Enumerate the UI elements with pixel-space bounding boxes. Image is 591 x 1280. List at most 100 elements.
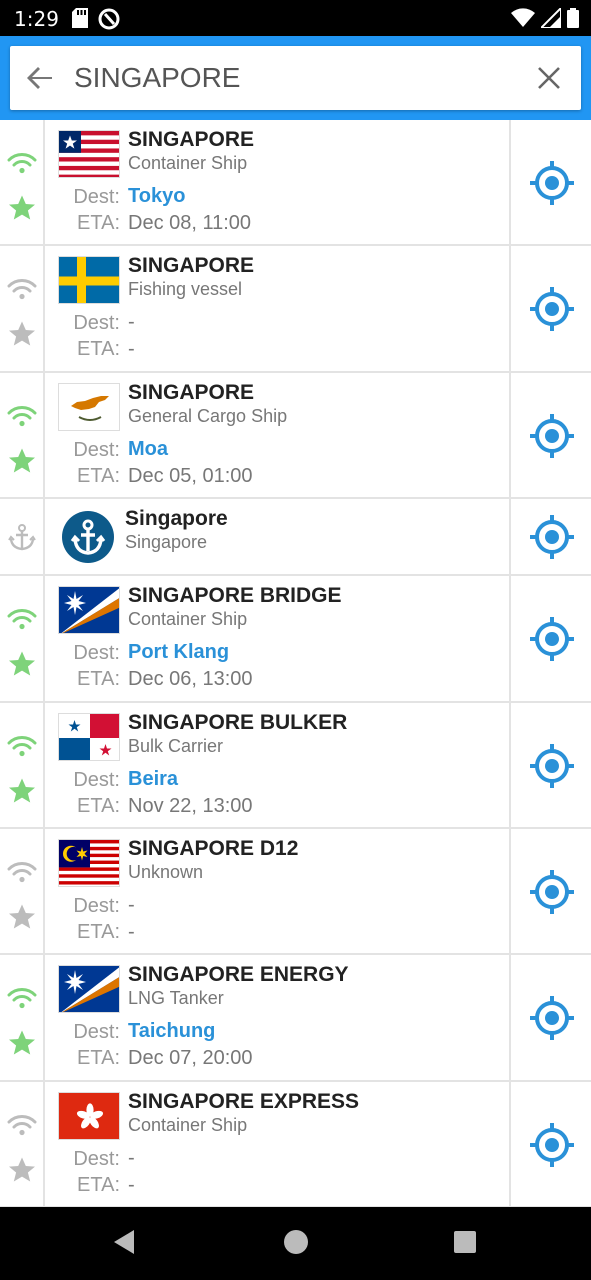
locate-column xyxy=(509,499,591,575)
favorite-star-icon[interactable] xyxy=(8,1029,36,1057)
search-header xyxy=(0,36,591,120)
signal-icon xyxy=(7,278,37,300)
country-flag-icon xyxy=(58,256,120,305)
locate-column xyxy=(509,828,591,954)
eta-label: ETA: xyxy=(77,212,120,234)
vessel-type: Fishing vessel xyxy=(128,279,243,300)
eta-label: ETA: xyxy=(77,794,120,817)
port-country: Singapore xyxy=(125,532,208,553)
vessel-type: Container Ship xyxy=(128,1114,248,1135)
destination-value[interactable]: Taichung xyxy=(128,1020,215,1043)
country-flag-icon xyxy=(58,382,120,431)
favorite-star-icon[interactable] xyxy=(8,777,36,805)
anchor-icon xyxy=(8,523,36,551)
signal-icon xyxy=(7,608,37,630)
locate-on-map-icon[interactable] xyxy=(529,743,575,789)
locate-on-map-icon[interactable] xyxy=(529,616,575,662)
destination-value: - xyxy=(128,311,135,334)
port-anchor-icon xyxy=(70,519,106,555)
nav-back-icon[interactable] xyxy=(112,1229,136,1255)
dest-label: Dest: xyxy=(73,1021,120,1044)
destination-value[interactable]: Port Klang xyxy=(128,641,229,664)
eta-value: - xyxy=(128,920,135,943)
locate-on-map-icon[interactable] xyxy=(529,1122,575,1168)
favorite-star-icon[interactable] xyxy=(8,650,36,678)
search-input[interactable] xyxy=(74,56,514,100)
vessel-name: SINGAPORE D12 xyxy=(128,836,299,860)
port-result-row[interactable]: Singapore Singapore xyxy=(0,499,591,577)
vessel-result-row[interactable]: SINGAPORE EXPRESS Container Ship Dest: - ETA… xyxy=(0,1081,591,1209)
vessel-name: SINGAPORE EXPRESS xyxy=(128,1089,360,1113)
country-flag-icon xyxy=(58,712,120,761)
favorite-star-icon[interactable] xyxy=(8,194,36,222)
dest-label: Dest: xyxy=(73,312,120,335)
dest-label: Dest: xyxy=(73,438,120,461)
dest-label: Dest: xyxy=(73,1147,120,1170)
eta-label: ETA: xyxy=(77,1173,120,1196)
country-flag-icon xyxy=(58,838,120,887)
vessel-result-row[interactable]: SINGAPORE Container Ship Dest: Tokyo ETA: Dec… xyxy=(0,120,591,247)
signal-icon xyxy=(7,861,37,883)
destination-value: - xyxy=(128,893,135,916)
vessel-result-row[interactable]: SINGAPORE D12 Unknown Dest: - ETA: - xyxy=(0,828,591,956)
vessel-type: Unknown xyxy=(128,861,204,882)
dest-label: Dest: xyxy=(73,642,120,665)
signal-icon xyxy=(7,735,37,757)
favorite-star-icon[interactable] xyxy=(8,903,36,931)
wifi-status-icon xyxy=(511,8,535,27)
locate-column xyxy=(509,246,591,371)
status-column xyxy=(0,372,45,498)
vessel-name: SINGAPORE xyxy=(128,380,255,404)
vessel-result-row[interactable]: SINGAPORE BRIDGE Container Ship Dest: Port … xyxy=(0,576,591,703)
locate-column xyxy=(509,955,591,1080)
eta-label: ETA: xyxy=(77,920,120,943)
dest-label: Dest: xyxy=(73,894,120,917)
destination-value[interactable]: Moa xyxy=(128,438,168,461)
signal-icon xyxy=(7,405,37,427)
eta-value: - xyxy=(128,1173,135,1196)
search-box xyxy=(10,46,581,110)
status-time: 1:29 xyxy=(14,7,59,31)
locate-column xyxy=(509,120,591,245)
eta-label: ETA: xyxy=(77,1047,120,1070)
vessel-name: SINGAPORE xyxy=(128,254,255,278)
vessel-type: Container Ship xyxy=(128,609,248,630)
eta-value: Dec 05, 01:00 xyxy=(128,464,253,487)
battery-icon xyxy=(567,8,579,28)
country-flag-icon xyxy=(58,130,120,178)
status-column xyxy=(0,499,45,575)
locate-on-map-icon[interactable] xyxy=(529,413,575,459)
favorite-star-icon[interactable] xyxy=(8,1156,36,1184)
locate-on-map-icon[interactable] xyxy=(529,286,575,332)
locate-on-map-icon[interactable] xyxy=(529,160,575,206)
locate-column xyxy=(509,1081,591,1207)
vessel-name: SINGAPORE BRIDGE xyxy=(128,584,342,608)
eta-value: Dec 08, 11:00 xyxy=(128,212,252,234)
nav-home-icon[interactable] xyxy=(284,1230,308,1254)
destination-value[interactable]: Beira xyxy=(128,768,178,791)
destination-value[interactable]: Tokyo xyxy=(128,185,185,208)
system-nav-bar xyxy=(0,1207,591,1280)
locate-on-map-icon[interactable] xyxy=(529,869,575,915)
status-column xyxy=(0,576,45,701)
favorite-star-icon[interactable] xyxy=(8,320,36,348)
eta-value: Dec 07, 20:00 xyxy=(128,1047,253,1070)
locate-on-map-icon[interactable] xyxy=(529,514,575,560)
vessel-result-row[interactable]: SINGAPORE BULKER Bulk Carrier Dest: Beira ET… xyxy=(0,702,591,829)
vessel-type: General Cargo Ship xyxy=(128,405,288,426)
signal-icon xyxy=(7,987,37,1009)
locate-on-map-icon[interactable] xyxy=(529,995,575,1041)
vessel-result-row[interactable]: SINGAPORE Fishing vessel Dest: - ETA: - xyxy=(0,246,591,373)
vessel-type: Bulk Carrier xyxy=(128,735,224,756)
status-bar: 1:29 xyxy=(0,0,591,36)
eta-value: Dec 06, 13:00 xyxy=(128,668,253,691)
back-arrow-icon[interactable] xyxy=(24,62,56,94)
favorite-star-icon[interactable] xyxy=(8,447,36,475)
clear-search-icon[interactable] xyxy=(535,64,563,92)
status-column xyxy=(0,955,45,1080)
vessel-result-row[interactable]: SINGAPORE General Cargo Ship Dest: Moa ETA: D… xyxy=(0,372,591,500)
eta-label: ETA: xyxy=(77,338,120,361)
vessel-result-row[interactable]: SINGAPORE ENERGY LNG Tanker Dest: Taichung E… xyxy=(0,955,591,1082)
nav-recents-icon[interactable] xyxy=(454,1231,476,1253)
status-column xyxy=(0,246,45,371)
